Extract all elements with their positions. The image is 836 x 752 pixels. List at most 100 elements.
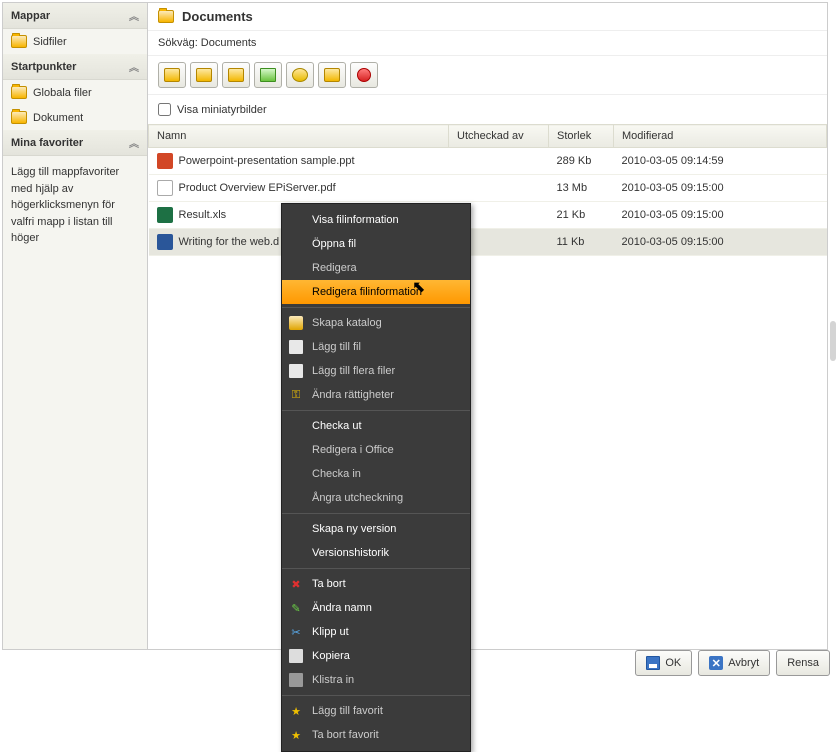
toolbar-btn-5[interactable] xyxy=(286,62,314,88)
bottom-bar: OK ✕ Avbryt Rensa xyxy=(635,650,830,676)
context-item-label: Ta bort xyxy=(312,578,346,590)
toolbar-btn-3[interactable] xyxy=(222,62,250,88)
context-item: Skapa katalog xyxy=(282,311,470,335)
context-item: Checka in xyxy=(282,462,470,486)
thumbnails-toggle-row: Visa miniatyrbilder xyxy=(148,95,827,124)
sidebar-item-dokument[interactable]: Dokument xyxy=(3,105,147,130)
context-item-label: Lägg till fil xyxy=(312,341,361,353)
sidebar-header-folders[interactable]: Mappar ︽ xyxy=(3,3,147,29)
context-item[interactable]: Versionshistorik xyxy=(282,541,470,565)
toolbar-btn-delete[interactable] xyxy=(350,62,378,88)
paste-icon xyxy=(289,673,303,687)
clear-button[interactable]: Rensa xyxy=(776,650,830,676)
sidebar-item-global-files[interactable]: Globala filer xyxy=(3,80,147,105)
chevron-up-icon: ︽ xyxy=(129,8,139,23)
toolbar-btn-6[interactable] xyxy=(318,62,346,88)
thumbnails-label: Visa miniatyrbilder xyxy=(177,104,267,116)
cancel-label: Avbryt xyxy=(728,657,759,669)
sidebar-header-start[interactable]: Startpunkter ︽ xyxy=(3,54,147,80)
context-item[interactable]: Kopiera xyxy=(282,644,470,668)
sidebar-header-favorites[interactable]: Mina favoriter ︽ xyxy=(3,130,147,156)
page-icon xyxy=(289,364,303,378)
context-item-label: Klipp ut xyxy=(312,626,349,638)
folder-icon xyxy=(196,68,212,82)
file-ppt-icon xyxy=(157,153,173,169)
context-item: ★Ta bort favorit xyxy=(282,723,470,747)
context-item: ⚿Ändra rättigheter xyxy=(282,383,470,407)
sidebar-header-label: Mina favoriter xyxy=(11,137,83,149)
breadcrumb: Sökväg: Documents xyxy=(148,31,827,55)
file-size: 13 Mb xyxy=(549,175,614,202)
scrollbar-indicator[interactable] xyxy=(830,321,836,361)
toolbar-btn-2[interactable] xyxy=(190,62,218,88)
star-icon: ★ xyxy=(289,728,303,742)
context-item[interactable]: Skapa ny version xyxy=(282,517,470,541)
folder-icon xyxy=(289,316,303,330)
context-item: Ångra utcheckning xyxy=(282,486,470,510)
cancel-icon: ✕ xyxy=(709,656,723,670)
toolbar-btn-4[interactable] xyxy=(254,62,282,88)
context-separator xyxy=(282,513,470,514)
col-size[interactable]: Storlek xyxy=(549,125,614,148)
table-row[interactable]: Product Overview EPiServer.pdf 13 Mb2010-… xyxy=(149,175,827,202)
file-name: Powerpoint-presentation sample.ppt xyxy=(179,155,355,167)
context-item: Redigera xyxy=(282,256,470,280)
key-icon xyxy=(292,68,308,82)
context-item[interactable]: Visa filinformation xyxy=(282,208,470,232)
table-row[interactable]: Writing for the web.d11 Kb2010-03-05 09:… xyxy=(149,229,827,256)
cancel-button[interactable]: ✕ Avbryt xyxy=(698,650,770,676)
col-modified[interactable]: Modifierad xyxy=(614,125,827,148)
context-item: Lägg till fil xyxy=(282,335,470,359)
file-pdf-icon xyxy=(157,180,173,196)
ok-button[interactable]: OK xyxy=(635,650,692,676)
sidebar-item-sidfiler[interactable]: Sidfiler xyxy=(3,29,147,54)
file-name: Writing for the web.d xyxy=(179,236,280,248)
context-item[interactable]: ✂Klipp ut xyxy=(282,620,470,644)
chevron-up-icon: ︽ xyxy=(129,59,139,74)
file-name: Product Overview EPiServer.pdf xyxy=(179,182,336,194)
folder-icon xyxy=(11,111,27,124)
table-row[interactable]: Powerpoint-presentation sample.ppt 289 Kb… xyxy=(149,148,827,175)
save-icon xyxy=(646,656,660,670)
sidebar: Mappar ︽ Sidfiler Startpunkter ︽ Globala… xyxy=(3,3,148,649)
context-item: Redigera i Office xyxy=(282,438,470,462)
context-item-label: Ändra rättigheter xyxy=(312,389,394,401)
toolbar-btn-1[interactable] xyxy=(158,62,186,88)
file-checked xyxy=(449,175,549,202)
context-item-label: Visa filinformation xyxy=(312,214,399,226)
file-modified: 2010-03-05 09:15:00 xyxy=(614,229,827,256)
col-checked[interactable]: Utcheckad av xyxy=(449,125,549,148)
context-item-label: Redigera i Office xyxy=(312,444,394,456)
context-item-label: Öppna fil xyxy=(312,238,356,250)
col-name[interactable]: Namn xyxy=(149,125,449,148)
context-item-label: Skapa katalog xyxy=(312,317,382,329)
context-item-label: Lägg till favorit xyxy=(312,705,383,717)
context-item: Lägg till flera filer xyxy=(282,359,470,383)
file-modified: 2010-03-05 09:14:59 xyxy=(614,148,827,175)
context-item[interactable]: Checka ut xyxy=(282,414,470,438)
context-item[interactable]: Redigera filinformation xyxy=(282,280,470,304)
context-item[interactable]: ✎Ändra namn xyxy=(282,596,470,620)
file-modified: 2010-03-05 09:15:00 xyxy=(614,175,827,202)
file-doc-icon xyxy=(157,234,173,250)
folder-icon xyxy=(11,35,27,48)
context-item-label: Lägg till flera filer xyxy=(312,365,395,377)
context-item-label: Redigera filinformation xyxy=(312,286,422,298)
ok-label: OK xyxy=(665,657,681,669)
context-item-label: Checka in xyxy=(312,468,361,480)
delete-icon: ✖ xyxy=(289,577,303,591)
content-header: Documents xyxy=(148,3,827,31)
context-item: ★Lägg till favorit xyxy=(282,699,470,723)
context-item[interactable]: Öppna fil xyxy=(282,232,470,256)
context-item-label: Redigera xyxy=(312,262,357,274)
file-size: 289 Kb xyxy=(549,148,614,175)
thumbnails-checkbox[interactable] xyxy=(158,103,171,116)
file-checked xyxy=(449,148,549,175)
folder-icon xyxy=(11,86,27,99)
context-item-label: Klistra in xyxy=(312,674,354,686)
table-row[interactable]: Result.xls21 Kb2010-03-05 09:15:00 xyxy=(149,202,827,229)
clear-label: Rensa xyxy=(787,657,819,669)
content-area: Documents Sökväg: Documents Visa miniaty… xyxy=(148,3,827,649)
context-item[interactable]: ✖ Ta bort xyxy=(282,572,470,596)
context-item-label: Ändra namn xyxy=(312,602,372,614)
